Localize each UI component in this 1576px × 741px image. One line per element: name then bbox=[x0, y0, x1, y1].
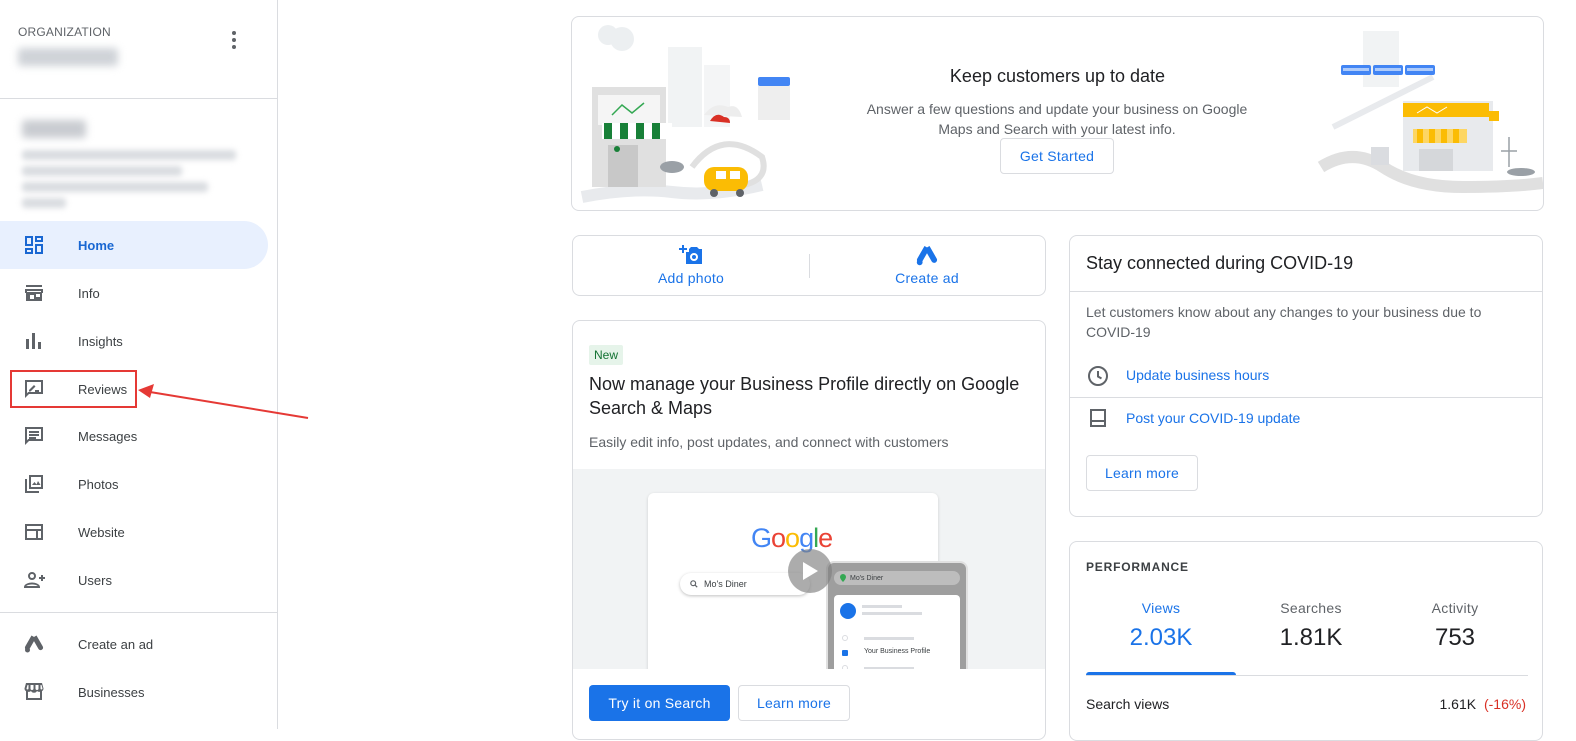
update-hours-link[interactable]: Update business hours bbox=[1126, 367, 1269, 383]
performance-card: PERFORMANCE Views 2.03K Searches 1.81K A… bbox=[1069, 541, 1543, 741]
preview-map-text: Mo's Diner bbox=[850, 574, 884, 582]
covid-learn-more-button[interactable]: Learn more bbox=[1086, 455, 1198, 491]
sidebar-item-label: Businesses bbox=[78, 684, 145, 700]
avatar bbox=[840, 603, 856, 619]
covid-divider bbox=[1070, 397, 1542, 398]
preview-map-search: Mo's Diner bbox=[834, 571, 960, 585]
person-add-icon bbox=[24, 572, 45, 588]
sidebar-item-photos[interactable]: Photos bbox=[0, 460, 268, 508]
sidebar-item-home[interactable]: Home bbox=[0, 221, 268, 269]
views-value: 2.03K bbox=[1129, 624, 1193, 651]
annotation-arrow-icon bbox=[138, 384, 309, 419]
post-icon bbox=[1090, 409, 1106, 427]
performance-label: PERFORMANCE bbox=[1086, 560, 1189, 574]
add-photo-label: Add photo bbox=[657, 270, 725, 286]
photo-library-icon bbox=[25, 475, 43, 493]
post-covid-update-link[interactable]: Post your COVID-19 update bbox=[1126, 410, 1300, 426]
search-views-change: (-16%) bbox=[1483, 696, 1526, 712]
sidebar-divider bbox=[0, 612, 278, 613]
search-views-value: 1.61K bbox=[1439, 696, 1477, 712]
tab-label: Views bbox=[1141, 600, 1181, 616]
clock-icon bbox=[1088, 366, 1108, 386]
sidebar-item-businesses[interactable]: Businesses bbox=[0, 668, 268, 716]
sidebar-item-label: Website bbox=[78, 524, 125, 540]
preview-profile-panel: Your Business Profile bbox=[834, 595, 960, 669]
sidebar-item-insights[interactable]: Insights bbox=[0, 317, 268, 365]
storefront-icon bbox=[25, 285, 43, 301]
tab-views[interactable]: Views 2.03K bbox=[1086, 600, 1236, 652]
more-options-icon[interactable] bbox=[222, 28, 246, 52]
covid-card: Stay connected during COVID-19 Let custo… bbox=[1069, 235, 1543, 517]
covid-text: Let customers know about any changes to … bbox=[1086, 304, 1482, 340]
storefront-illustration bbox=[580, 25, 790, 203]
search-views-stat: 1.61K (-16%) bbox=[1440, 696, 1527, 712]
covid-divider bbox=[1070, 291, 1542, 292]
add-photo-button[interactable]: Add photo bbox=[653, 244, 729, 286]
sidebar-divider bbox=[0, 98, 278, 99]
dashboard-icon bbox=[25, 236, 43, 254]
try-on-search-button[interactable]: Try it on Search bbox=[589, 685, 730, 721]
reviews-highlight-box bbox=[10, 370, 137, 408]
tab-label: Searches bbox=[1280, 600, 1342, 616]
sidebar-item-label: Info bbox=[78, 285, 100, 301]
sidebar-item-label: Messages bbox=[78, 428, 138, 444]
sidebar-item-website[interactable]: Website bbox=[0, 508, 268, 556]
sidebar-item-label: Create an ad bbox=[78, 636, 154, 652]
activity-value: 753 bbox=[1434, 624, 1476, 651]
tab-searches[interactable]: Searches 1.81K bbox=[1236, 600, 1386, 652]
new-profile-subtitle: Easily edit info, post updates, and conn… bbox=[589, 434, 949, 450]
tab-label: Activity bbox=[1431, 600, 1479, 616]
search-views-label: Search views bbox=[1086, 696, 1170, 712]
keep-customers-card: Keep customers up to date Answer a few q… bbox=[571, 16, 1544, 211]
new-badge: New bbox=[589, 345, 624, 365]
learn-more-button[interactable]: Learn more bbox=[738, 685, 850, 721]
new-profile-title: Now manage your Business Profile directl… bbox=[589, 374, 1020, 418]
google-ads-icon bbox=[24, 635, 44, 653]
preview-phone: Mo's Diner Your Business Profile bbox=[826, 561, 968, 669]
google-ads-icon bbox=[916, 246, 938, 266]
profile-video-preview[interactable]: Google Mo's Diner Mo's Diner Your Busine… bbox=[573, 469, 1045, 669]
google-logo: Google bbox=[751, 523, 833, 553]
tab-activity[interactable]: Activity 753 bbox=[1380, 600, 1530, 652]
train-shop-illustration bbox=[1317, 31, 1543, 194]
searches-value: 1.81K bbox=[1279, 624, 1343, 651]
add-photo-icon bbox=[679, 245, 702, 264]
create-ad-label: Create ad bbox=[895, 270, 959, 286]
search-icon bbox=[690, 580, 698, 588]
store-icon bbox=[24, 683, 44, 700]
sidebar-item-users[interactable]: Users bbox=[0, 556, 268, 604]
create-ad-button[interactable]: Create ad bbox=[889, 244, 965, 286]
sidebar-item-label: Insights bbox=[78, 333, 123, 349]
quick-actions-card: Add photo Create ad bbox=[572, 235, 1046, 296]
get-started-button[interactable]: Get Started bbox=[1000, 138, 1114, 174]
hero-subtitle: Answer a few questions and update your b… bbox=[866, 101, 1248, 137]
covid-title: Stay connected during COVID-19 bbox=[1086, 253, 1354, 273]
play-icon bbox=[803, 562, 818, 580]
organization-label: ORGANIZATION bbox=[18, 25, 111, 39]
map-pin-icon bbox=[840, 574, 846, 582]
chat-icon bbox=[25, 427, 43, 445]
new-profile-card: New Now manage your Business Profile dir… bbox=[572, 320, 1046, 740]
organization-name-redacted bbox=[18, 48, 118, 66]
play-button[interactable] bbox=[788, 549, 832, 593]
preview-search-text: Mo's Diner bbox=[704, 579, 747, 589]
sidebar-item-label: Photos bbox=[78, 476, 119, 492]
sidebar: ORGANIZATION Home Info Insights Reviews bbox=[0, 0, 278, 729]
preview-list-item: Your Business Profile bbox=[864, 648, 931, 655]
quick-actions-separator bbox=[809, 254, 810, 278]
web-icon bbox=[25, 524, 43, 540]
sidebar-item-create-ad[interactable]: Create an ad bbox=[0, 620, 268, 668]
sidebar-item-label: Home bbox=[78, 237, 115, 253]
sidebar-item-info[interactable]: Info bbox=[0, 269, 268, 317]
performance-divider bbox=[1086, 675, 1528, 676]
bar-chart-icon bbox=[26, 333, 41, 349]
sidebar-item-label: Users bbox=[78, 572, 112, 588]
